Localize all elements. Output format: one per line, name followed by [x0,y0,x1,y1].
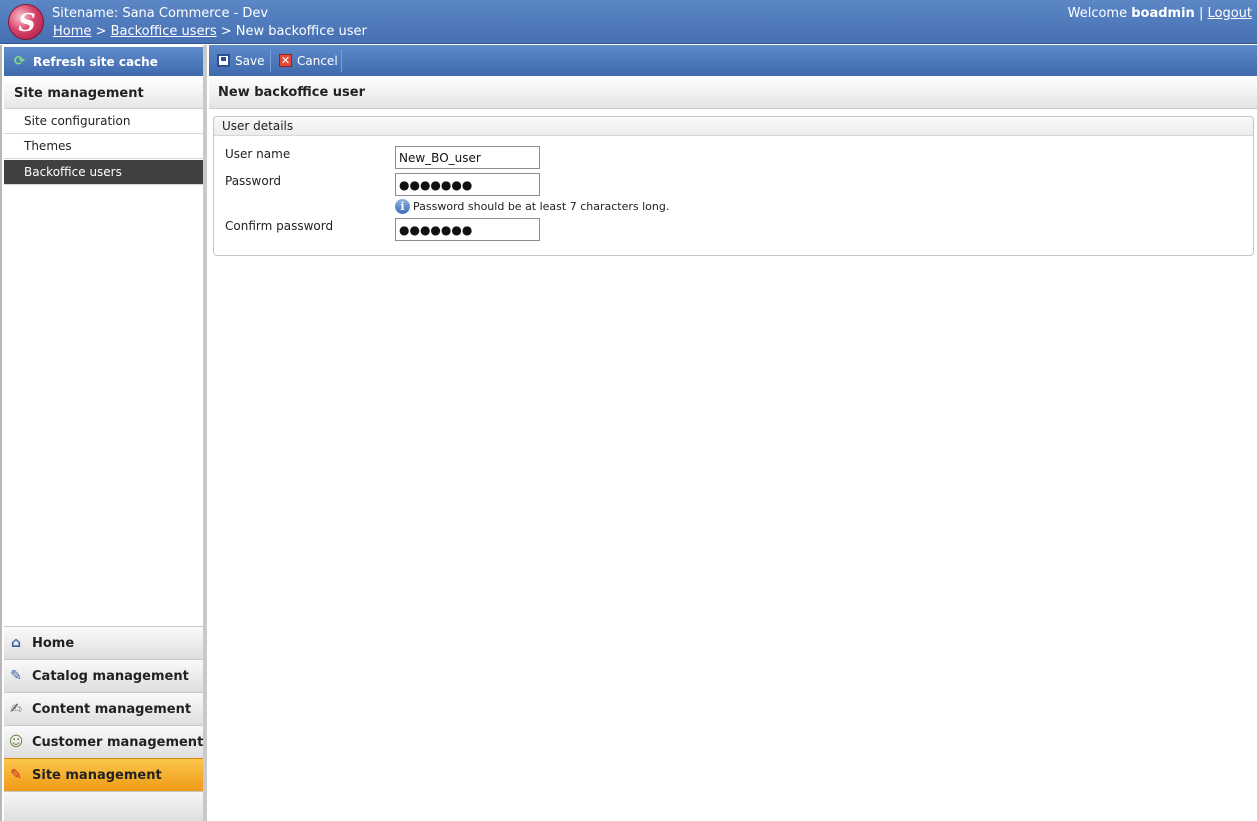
nav-label: Catalog management [32,669,189,684]
nav-filler [4,791,203,821]
welcome-area: Welcome boadmin | Logout [1068,6,1252,21]
save-icon [217,54,230,67]
cancel-icon: ✕ [279,54,292,67]
header-divider: | [1198,6,1204,21]
nav-content-management[interactable]: ✍ Content management [4,692,203,725]
page-title: New backoffice user [209,76,1257,109]
password-label: Password [225,174,282,188]
confirm-password-input[interactable] [395,218,540,241]
site-name: Sitename: Sana Commerce - Dev [52,6,269,21]
refresh-label: Refresh site cache [33,55,158,69]
sana-logo: S [8,4,44,40]
nav-customer-management[interactable]: ☺ Customer management [4,725,203,758]
save-label: Save [235,54,265,68]
module-navigation: ⌂ Home ✎ Catalog management ✍ Content ma… [4,626,203,821]
nav-catalog-management[interactable]: ✎ Catalog management [4,659,203,692]
toolbar-separator [341,50,342,72]
password-input[interactable] [395,173,540,196]
password-hint-text: Password should be at least 7 characters… [413,200,670,213]
breadcrumb-home-link[interactable]: Home [53,24,91,39]
save-button[interactable]: Save [209,45,269,76]
sidebar: ⟳ Refresh site cache Site management Sit… [0,45,207,821]
nav-label: Content management [32,702,192,717]
sidebar-item-site-configuration[interactable]: Site configuration [4,109,203,134]
breadcrumb: Home > Backoffice users > New backoffice… [53,24,367,39]
breadcrumb-backoffice-users-link[interactable]: Backoffice users [111,24,217,39]
nav-site-management[interactable]: ✎ Site management [4,758,203,791]
current-username: boadmin [1131,6,1195,21]
breadcrumb-current: New backoffice user [235,24,367,39]
fieldset-legend: User details [214,117,1253,136]
user-details-fieldset: User details User name Password iPasswor… [213,116,1254,256]
sidebar-item-backoffice-users[interactable]: Backoffice users [4,160,203,185]
password-hint: i Password should be at least 7 character… [395,199,669,214]
customers-icon: ☺ [8,734,24,750]
nav-label: Customer management [32,735,204,750]
username-input[interactable] [395,146,540,169]
nav-label: Home [32,636,75,651]
sidebar-section-title: Site management [4,79,203,109]
refresh-site-cache-button[interactable]: ⟳ Refresh site cache [4,47,203,76]
username-label: User name [225,147,291,161]
refresh-icon: ⟳ [14,54,25,69]
welcome-text: Welcome [1067,6,1128,21]
info-icon: i [395,199,410,214]
nav-label: Site management [32,768,162,783]
logout-link[interactable]: Logout [1207,6,1252,21]
nav-home[interactable]: ⌂ Home [4,626,203,659]
confirm-password-label: Confirm password [225,219,334,233]
sidebar-item-themes[interactable]: Themes [4,134,203,159]
home-icon: ⌂ [10,635,22,651]
breadcrumb-separator: > [220,24,232,39]
toolbar: Save ✕ Cancel [209,45,1257,76]
top-header: S Sitename: Sana Commerce - Dev Home > B… [0,0,1257,44]
cancel-button[interactable]: ✕ Cancel [271,45,341,76]
content-icon: ✍ [10,701,22,717]
catalog-icon: ✎ [10,668,22,684]
cancel-label: Cancel [297,54,338,68]
site-icon: ✎ [10,767,22,783]
breadcrumb-separator: > [95,24,107,39]
